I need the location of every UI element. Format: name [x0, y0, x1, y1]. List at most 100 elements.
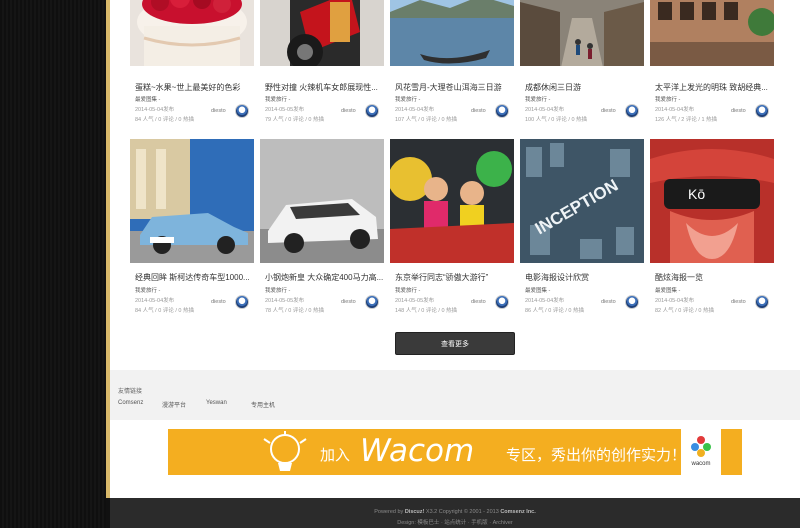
- author-avatar[interactable]: [365, 295, 379, 309]
- card-title[interactable]: 蛋糕~水果~世上最美好的色彩: [135, 82, 253, 93]
- card-category[interactable]: 最爱图集 -: [525, 286, 550, 294]
- card-title[interactable]: 小钢炮新皇 大众确定400马力高...: [265, 272, 383, 283]
- footer-version: X3.2: [425, 509, 438, 515]
- friend-links-title: 友情链接: [118, 389, 143, 395]
- svg-text:Kō: Kō: [688, 186, 705, 202]
- wacom-banner[interactable]: 加入 Wacom 专区，秀出你的创作实力！ wacom: [168, 429, 742, 475]
- card-author[interactable]: diesto: [211, 299, 226, 305]
- gallery-card[interactable]: 经典回眸 斯柯达传奇车型1000... 我爱旅行 - 2014-05-04发布 …: [130, 139, 254, 314]
- card-title[interactable]: 经典回眸 斯柯达传奇车型1000...: [135, 272, 253, 283]
- wacom-logo-icon: [691, 436, 711, 457]
- card-stats: 100 人气 / 0 评论 / 0 热描: [525, 117, 588, 123]
- card-author[interactable]: diesto: [471, 108, 486, 114]
- gallery-card[interactable]: 野性对撞 火辣机车女郎展现性... 我爱旅行 - 2014-05-05发布 79…: [260, 0, 384, 123]
- gallery-card[interactable]: INCEPTION 电影海报设计欣赏 最爱图集 - 2014-05-04发布 8…: [520, 139, 644, 314]
- gallery-card[interactable]: 成都休闲三日游 我爱旅行 - 2014-05-04发布 100 人气 / 0 评…: [520, 0, 644, 123]
- card-category[interactable]: 我爱旅行 -: [525, 95, 550, 103]
- footer-copyright: Powered by Discuz! X3.2 Copyright © 2001…: [110, 509, 800, 515]
- author-avatar[interactable]: [625, 295, 639, 309]
- footer-powered: Powered by: [374, 509, 404, 515]
- banner-brand: Wacom: [360, 433, 475, 469]
- card-stats: 107 人气 / 0 评论 / 0 热描: [395, 117, 458, 123]
- card-category[interactable]: 我爱旅行 -: [395, 95, 420, 103]
- card-stats: 78 人气 / 0 评论 / 0 热描: [265, 308, 324, 314]
- card-date: 2014-05-05发布: [265, 107, 305, 113]
- card-date: 2014-05-04发布: [525, 107, 565, 113]
- author-avatar[interactable]: [755, 104, 769, 118]
- card-date: 2014-05-05发布: [265, 298, 305, 304]
- card-title[interactable]: 太平洋上发光的明珠 致胡经典...: [655, 82, 773, 93]
- author-avatar[interactable]: [625, 104, 639, 118]
- wacom-badge-label: wacom: [691, 461, 711, 467]
- card-thumbnail-classic-car[interactable]: [130, 139, 254, 263]
- card-date: 2014-05-04发布: [655, 107, 695, 113]
- author-avatar[interactable]: [495, 295, 509, 309]
- card-title[interactable]: 酷炫海报一览: [655, 272, 773, 283]
- banner-text-join: 加入: [320, 447, 351, 464]
- card-thumbnail-parade[interactable]: [390, 139, 514, 263]
- card-author[interactable]: diesto: [211, 108, 226, 114]
- card-thumbnail-inception[interactable]: INCEPTION: [520, 139, 644, 263]
- card-thumbnail-lips[interactable]: Kō: [650, 139, 774, 263]
- card-category[interactable]: 我爱旅行 -: [265, 286, 290, 294]
- author-avatar[interactable]: [495, 104, 509, 118]
- footer-company-link[interactable]: Comsenz Inc.: [500, 509, 535, 515]
- author-avatar[interactable]: [365, 104, 379, 118]
- card-author[interactable]: diesto: [731, 299, 746, 305]
- card-category[interactable]: 我爱旅行 -: [135, 286, 160, 294]
- card-stats: 79 人气 / 0 评论 / 0 热描: [265, 117, 324, 123]
- card-author[interactable]: diesto: [471, 299, 486, 305]
- banner-text-slogan: 专区，秀出你的创作实力！: [506, 447, 687, 464]
- friend-link-yeswan[interactable]: Yeswan: [206, 400, 227, 406]
- card-title[interactable]: 东京举行同志“骄傲大游行”: [395, 272, 513, 283]
- card-title[interactable]: 电影海报设计欣赏: [525, 272, 643, 283]
- author-avatar[interactable]: [755, 295, 769, 309]
- card-date: 2014-05-04发布: [525, 298, 565, 304]
- author-avatar[interactable]: [235, 104, 249, 118]
- gallery-card[interactable]: 太平洋上发光的明珠 致胡经典... 我爱旅行 - 2014-05-04发布 12…: [650, 0, 774, 123]
- card-author[interactable]: diesto: [601, 299, 616, 305]
- card-date: 2014-05-05发布: [395, 298, 435, 304]
- card-date: 2014-05-04发布: [135, 298, 175, 304]
- friend-link-comsenz[interactable]: Comsenz: [118, 400, 143, 406]
- card-title[interactable]: 野性对撞 火辣机车女郎展现性...: [265, 82, 383, 93]
- card-thumbnail-white-car[interactable]: [260, 139, 384, 263]
- left-dark-panel: [0, 0, 106, 528]
- card-stats: 86 人气 / 0 评论 / 0 热描: [525, 308, 584, 314]
- load-more-button[interactable]: 查看更多: [395, 332, 515, 355]
- friend-link-hosting[interactable]: 专用主机: [251, 400, 275, 409]
- card-date: 2014-05-04发布: [395, 107, 435, 113]
- gallery-card[interactable]: 东京举行同志“骄傲大游行” 我爱旅行 - 2014-05-05发布 148 人气…: [390, 139, 514, 314]
- gallery-card[interactable]: 风花雪月-大理苍山洱海三日游 我爱旅行 - 2014-05-04发布 107 人…: [390, 0, 514, 123]
- card-category[interactable]: 最爱图集 -: [135, 95, 160, 103]
- card-stats: 148 人气 / 0 评论 / 0 热描: [395, 308, 458, 314]
- wacom-badge: wacom: [681, 429, 721, 475]
- card-category[interactable]: 我爱旅行 -: [395, 286, 420, 294]
- footer-product-link[interactable]: Discuz!: [405, 509, 425, 515]
- friend-link-manyou[interactable]: 漫游平台: [162, 400, 186, 409]
- card-stats: 84 人气 / 0 评论 / 0 热描: [135, 308, 194, 314]
- gallery-card[interactable]: 蛋糕~水果~世上最美好的色彩 最爱图集 - 2014-05-04发布 84 人气…: [130, 0, 254, 123]
- card-author[interactable]: diesto: [731, 108, 746, 114]
- card-category[interactable]: 我爱旅行 -: [265, 95, 290, 103]
- card-category[interactable]: 我爱旅行 -: [655, 95, 680, 103]
- author-avatar[interactable]: [235, 295, 249, 309]
- card-date: 2014-05-04发布: [135, 107, 175, 113]
- card-title[interactable]: 风花雪月-大理苍山洱海三日游: [395, 82, 513, 93]
- lightbulb-icon: [263, 431, 307, 471]
- card-author[interactable]: diesto: [341, 299, 356, 305]
- gallery-card[interactable]: Kō 酷炫海报一览 最爱图集 - 2014-05-04发布 82 人气 / 0 …: [650, 139, 774, 314]
- card-date: 2014-05-04发布: [655, 298, 695, 304]
- footer-links[interactable]: Design: 模板巴士 · 站点统计 · 手机版 · Archiver: [110, 518, 800, 526]
- card-category[interactable]: 最爱图集 -: [655, 286, 680, 294]
- card-stats: 126 人气 / 2 评论 / 1 热描: [655, 117, 718, 123]
- ad-area: 加入 Wacom 专区，秀出你的创作实力！ wacom: [110, 420, 800, 498]
- card-author[interactable]: diesto: [341, 108, 356, 114]
- card-stats: 82 人气 / 0 评论 / 0 热描: [655, 308, 714, 314]
- card-author[interactable]: diesto: [601, 108, 616, 114]
- gallery-card[interactable]: 小钢炮新皇 大众确定400马力高... 我爱旅行 - 2014-05-05发布 …: [260, 139, 384, 314]
- card-title[interactable]: 成都休闲三日游: [525, 82, 643, 93]
- card-stats: 84 人气 / 0 评论 / 0 热描: [135, 117, 194, 123]
- gallery-content: 蛋糕~水果~世上最美好的色彩 最爱图集 - 2014-05-04发布 84 人气…: [110, 0, 800, 370]
- footer: Powered by Discuz! X3.2 Copyright © 2001…: [110, 498, 800, 528]
